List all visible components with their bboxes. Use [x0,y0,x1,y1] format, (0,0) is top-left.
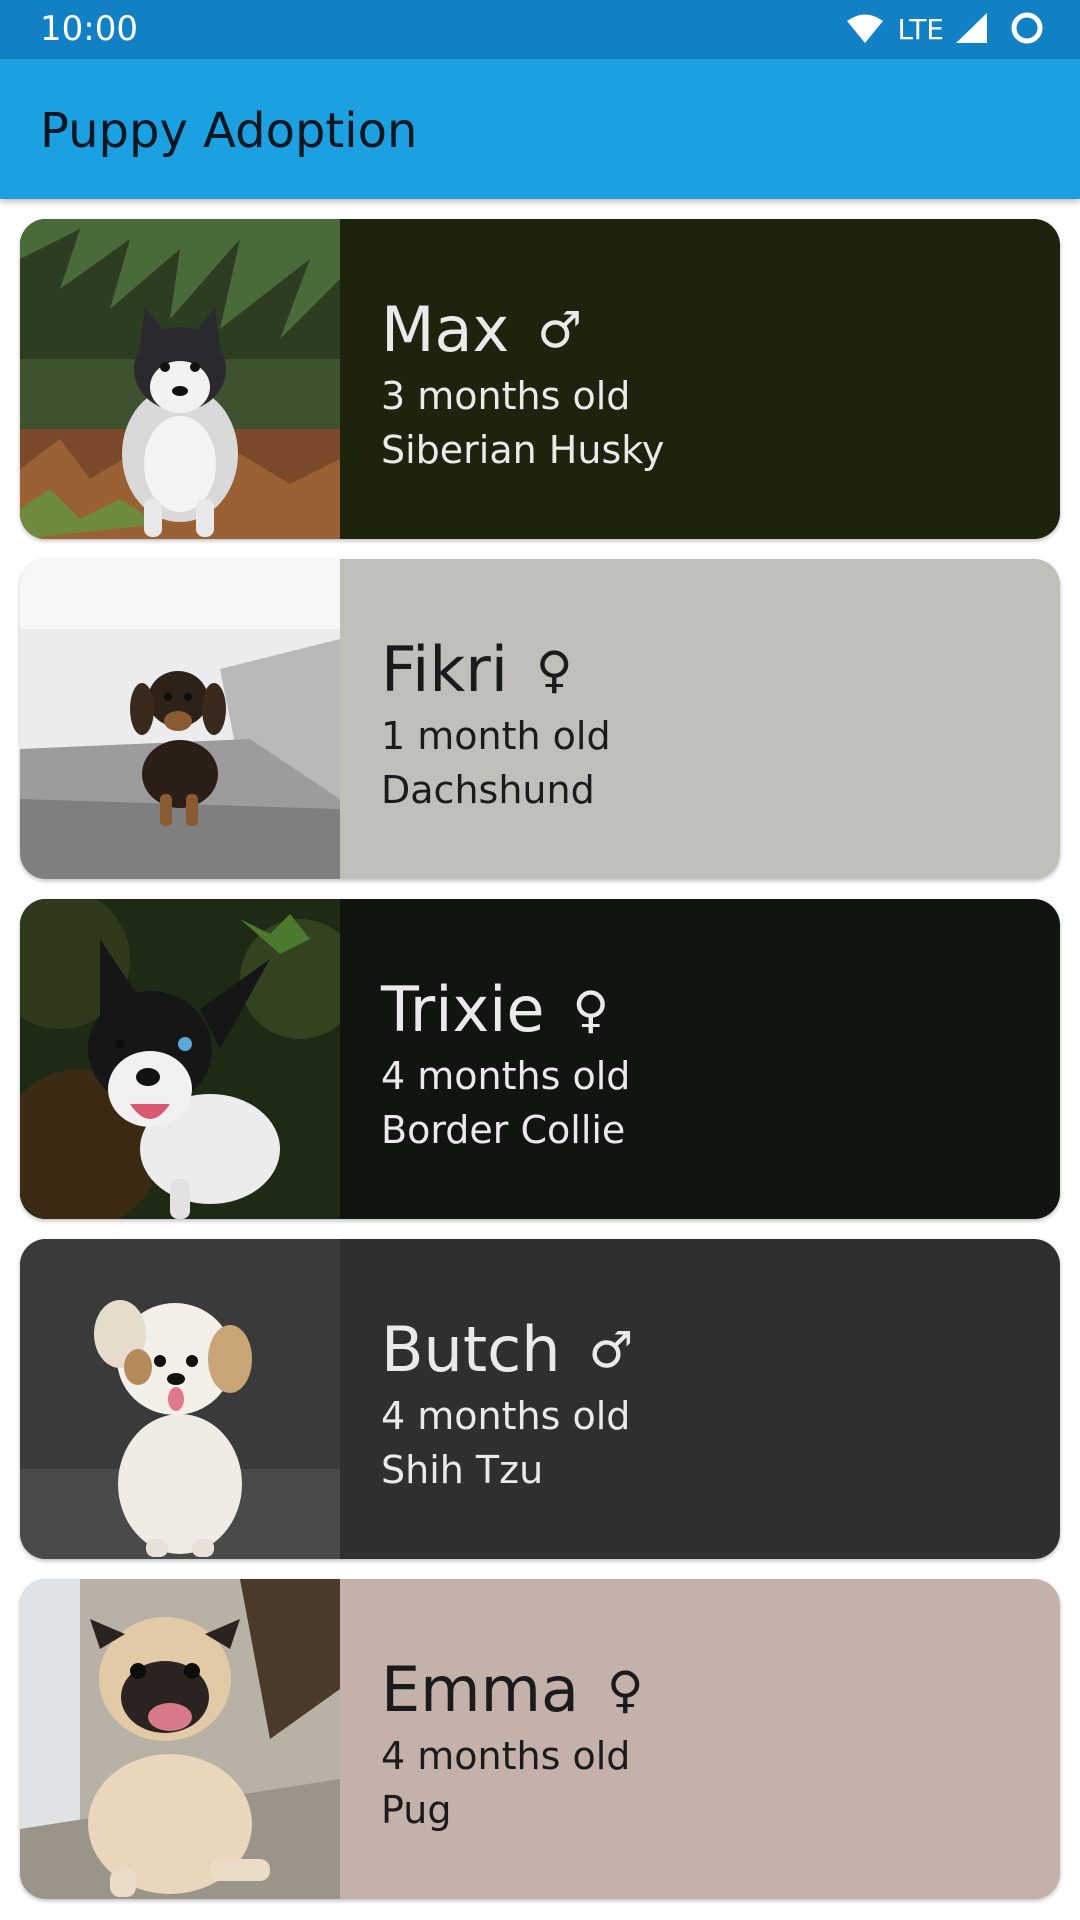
battery-circle-icon [1010,11,1044,49]
puppy-info: Max ♂ 3 months old Siberian Husky [381,291,664,477]
puppy-photo [20,219,340,539]
puppy-breed: Siberian Husky [381,428,665,472]
puppy-photo [20,1239,340,1559]
puppy-name: Butch [381,1313,561,1386]
male-icon: ♂ [588,1321,634,1379]
puppy-breed: Pug [381,1788,452,1832]
puppy-age: 4 months old [381,1394,631,1438]
puppy-breed: Border Collie [381,1108,626,1152]
status-time: 10:00 [40,9,138,49]
status-bar: 10:00 LTE [0,0,1080,59]
puppy-age: 4 months old [381,1734,631,1778]
network-label: LTE [897,13,944,46]
puppy-age: 3 months old [381,374,631,418]
puppy-photo [20,1579,340,1899]
puppy-age: 1 month old [381,714,611,758]
female-icon: ♀ [572,981,610,1039]
puppy-list: Max ♂ 3 months old Siberian Husky Fikri … [20,219,1060,1919]
puppy-photo [20,559,340,879]
puppy-info: Trixie ♀ 4 months old Border Collie [381,971,630,1157]
puppy-age: 4 months old [381,1054,631,1098]
male-icon: ♂ [537,301,583,359]
puppy-card[interactable]: Max ♂ 3 months old Siberian Husky [20,219,1060,539]
puppy-card[interactable]: Butch ♂ 4 months old Shih Tzu [20,1239,1060,1559]
puppy-photo [20,899,340,1219]
puppy-name: Max [381,293,510,366]
puppy-name: Trixie [381,973,545,1046]
puppy-breed: Shih Tzu [381,1448,544,1492]
status-icons: LTE [845,10,1044,50]
cell-signal-icon [954,12,988,48]
puppy-card[interactable]: Emma ♀ 4 months old Pug [20,1579,1060,1899]
puppy-card[interactable]: Fikri ♀ 1 month old Dachshund [20,559,1060,879]
puppy-info: Butch ♂ 4 months old Shih Tzu [381,1311,633,1497]
puppy-info: Fikri ♀ 1 month old Dachshund [381,631,611,817]
female-icon: ♀ [606,1661,644,1719]
app-bar: Puppy Adoption [0,59,1080,199]
puppy-card[interactable]: Trixie ♀ 4 months old Border Collie [20,899,1060,1219]
puppy-breed: Dachshund [381,768,595,812]
app-title: Puppy Adoption [40,103,418,159]
female-icon: ♀ [536,641,573,699]
puppy-name: Fikri [381,633,508,706]
wifi-icon [845,12,885,48]
puppy-name: Emma [381,1653,579,1726]
puppy-info: Emma ♀ 4 months old Pug [381,1651,644,1837]
